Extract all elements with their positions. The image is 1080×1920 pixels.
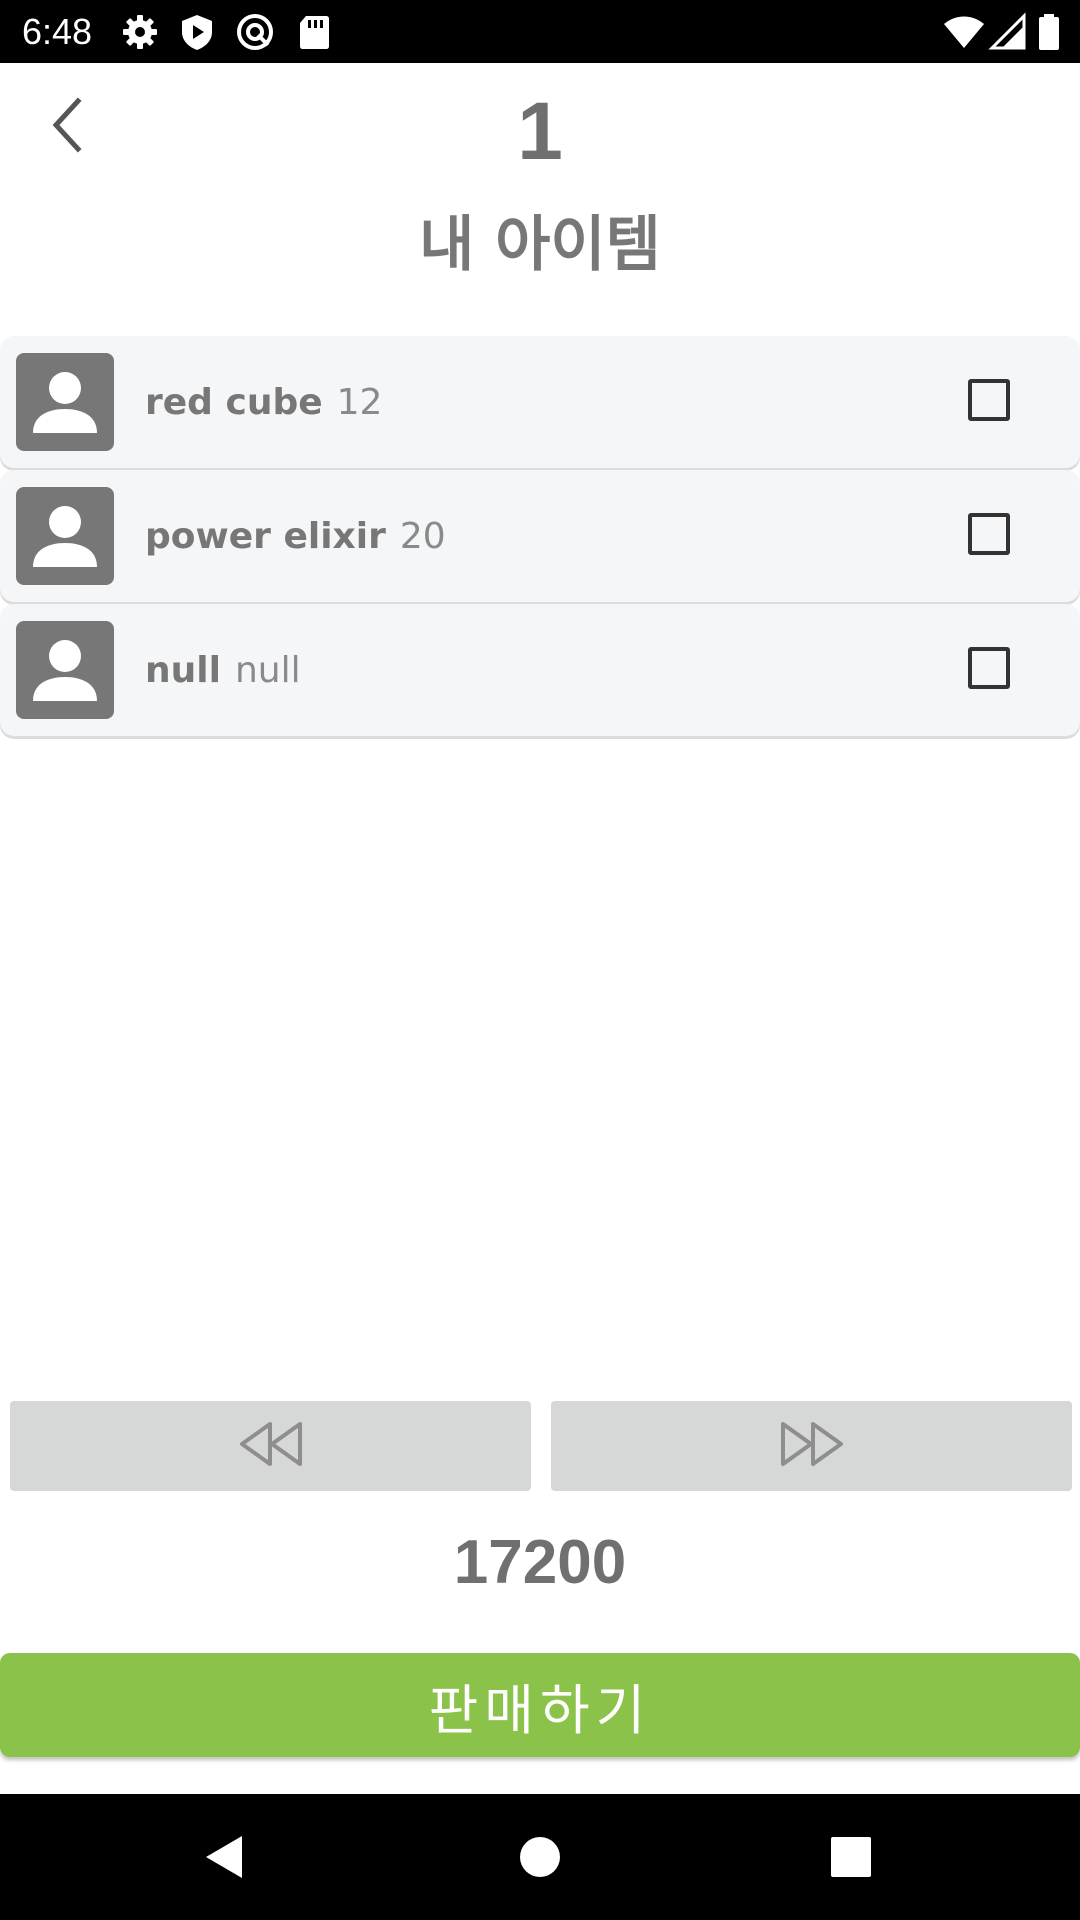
item-quantity: 20: [399, 515, 446, 557]
next-page-button[interactable]: [551, 1401, 1072, 1491]
list-item[interactable]: null null: [0, 604, 1080, 736]
navigation-bar: [0, 1794, 1080, 1920]
page-title: 내 아이템: [419, 210, 661, 280]
battery-icon: [1036, 12, 1062, 52]
person-avatar-icon: [16, 621, 114, 719]
shield-play-icon: [177, 12, 217, 52]
item-checkbox[interactable]: [968, 513, 1010, 555]
item-checkbox[interactable]: [968, 379, 1010, 421]
previous-page-button[interactable]: [10, 1401, 531, 1491]
page-number: 1: [517, 86, 563, 177]
status-bar: 6:48: [0, 0, 1080, 63]
home-circle-icon[interactable]: [507, 1824, 573, 1890]
item-quantity: 12: [336, 381, 383, 423]
fast-forward-icon: [779, 1420, 845, 1472]
sd-card-icon: [294, 12, 334, 52]
sell-button[interactable]: 판매하기: [0, 1653, 1080, 1757]
total-amount: 17200: [453, 1528, 627, 1597]
item-name: null: [145, 649, 221, 691]
wifi-icon: [942, 12, 986, 52]
at-sign-icon: [235, 12, 275, 52]
item-name: red cube: [145, 381, 323, 423]
item-list: red cube 12 power elixir 20 null null: [0, 336, 1080, 738]
item-name: power elixir: [145, 515, 386, 557]
back-triangle-icon[interactable]: [192, 1824, 258, 1890]
list-item[interactable]: power elixir 20: [0, 470, 1080, 602]
list-item[interactable]: red cube 12: [0, 336, 1080, 468]
rewind-icon: [238, 1420, 304, 1472]
recents-square-icon[interactable]: [818, 1824, 884, 1890]
signal-icon: [988, 12, 1028, 52]
item-checkbox[interactable]: [968, 647, 1010, 689]
person-avatar-icon: [16, 353, 114, 451]
gear-icon: [120, 12, 160, 52]
status-time: 6:48: [22, 11, 93, 52]
item-quantity: null: [234, 649, 301, 691]
person-avatar-icon: [16, 487, 114, 585]
